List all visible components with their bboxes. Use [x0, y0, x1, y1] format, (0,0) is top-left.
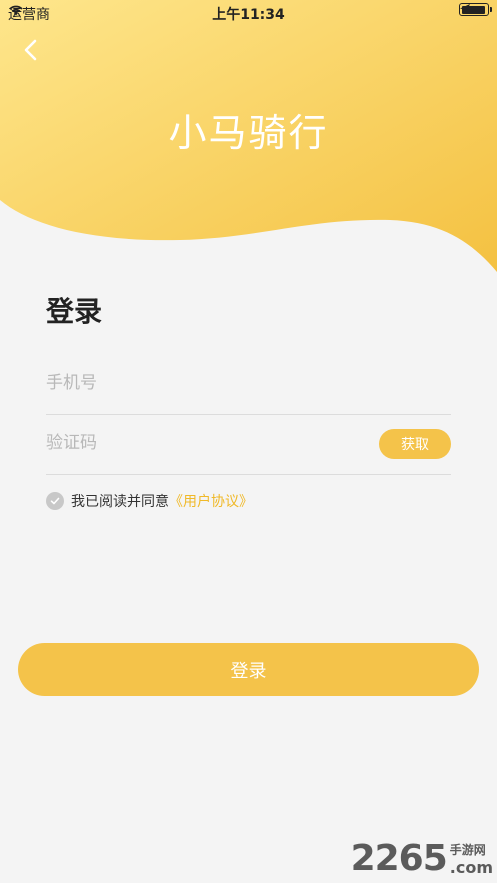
watermark-domain: .com — [449, 858, 493, 877]
status-time: 上午11:34 — [212, 7, 285, 23]
login-heading: 登录 — [46, 295, 103, 328]
agree-text: 我已阅读并同意 — [71, 494, 169, 510]
get-code-button[interactable]: 获取 — [379, 429, 451, 459]
status-bar: 运营商 上午11:34 — [0, 0, 497, 26]
header-banner: 运营商 上午11:34 小马骑行 — [0, 0, 497, 290]
back-button[interactable] — [18, 36, 48, 66]
check-icon — [50, 497, 60, 505]
code-field: 获取 — [46, 414, 451, 475]
verification-code-input[interactable] — [46, 414, 346, 472]
agree-checkbox[interactable] — [46, 492, 64, 510]
login-button[interactable]: 登录 — [18, 643, 479, 696]
app-title: 小马骑行 — [168, 111, 329, 155]
phone-input[interactable] — [46, 354, 346, 412]
battery-icon — [459, 3, 492, 16]
watermark-cn: 手游网 — [449, 843, 486, 857]
agreement-row: 我已阅读并同意 《用户协议》 — [46, 491, 253, 511]
watermark-number: 2265 — [350, 838, 448, 879]
site-watermark: 2265 手游网 .com — [350, 838, 493, 879]
chevron-left-icon — [24, 39, 37, 61]
phone-field — [46, 354, 451, 415]
battery-level — [461, 5, 486, 14]
user-agreement-link[interactable]: 《用户协议》 — [169, 491, 253, 511]
